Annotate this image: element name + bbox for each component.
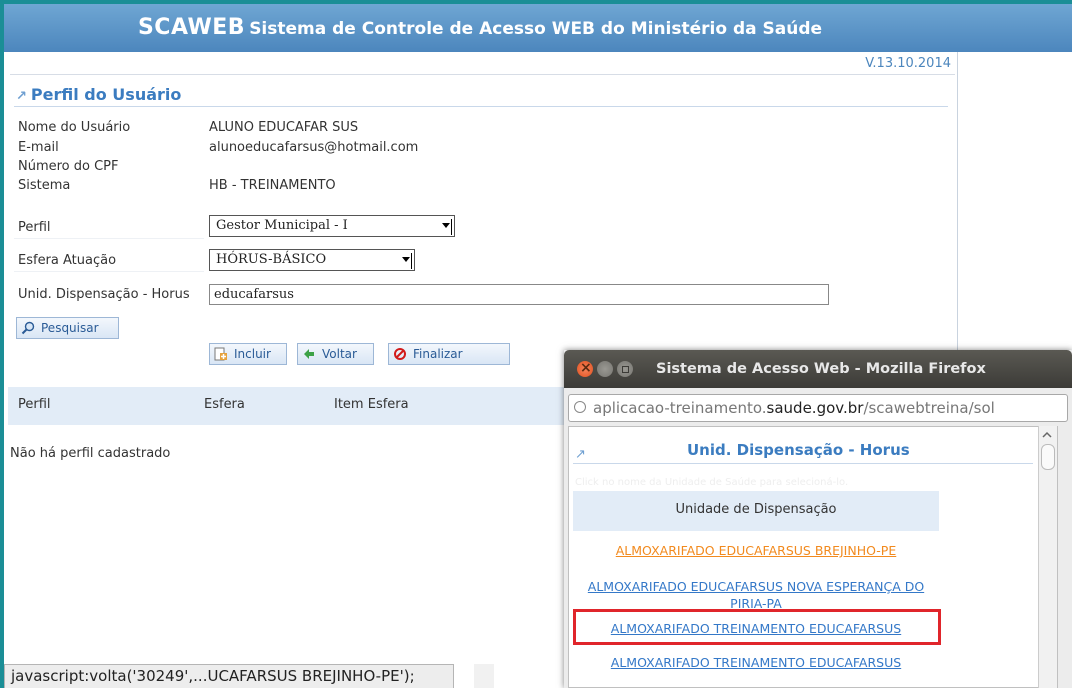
- pesquisar-label: Pesquisar: [41, 321, 99, 335]
- back-arrow-icon: [304, 349, 314, 359]
- perfil-label: Perfil: [18, 220, 51, 235]
- esfera-select[interactable]: HÓRUS-BÁSICO: [209, 249, 415, 271]
- unit-link[interactable]: ALMOXARIFADO EDUCAFARSUS BREJINHO-PE: [573, 543, 939, 558]
- finalizar-button[interactable]: Finalizar: [388, 343, 510, 365]
- highlight-box: [573, 609, 941, 645]
- column-header: Esfera: [204, 397, 245, 412]
- unit-link[interactable]: ALMOXARIFADO TREINAMENTO EDUCAFARSUS: [573, 655, 939, 670]
- firefox-popup-window: Sistema de Acesso Web - Mozilla Firefox …: [564, 349, 1072, 688]
- popup-titlebar[interactable]: Sistema de Acesso Web - Mozilla Firefox: [564, 349, 1072, 388]
- incluir-label: Incluir: [234, 347, 271, 361]
- divider: [14, 271, 204, 272]
- system-value: HB - TREINAMENTO: [209, 178, 336, 193]
- cpf-label: Número do CPF: [18, 159, 119, 174]
- url-path: /scawebtreina/sol: [863, 399, 995, 417]
- scroll-thumb[interactable]: [1041, 444, 1055, 470]
- url-prefix: aplicacao-treinamento.: [593, 399, 767, 417]
- popup-section-title: Unid. Dispensação - Horus: [687, 441, 910, 459]
- popup-scrollbar[interactable]: [1038, 426, 1057, 688]
- section-title: ↗ Perfil do Usuário: [16, 85, 181, 104]
- minimize-icon[interactable]: [597, 361, 613, 377]
- url-bar[interactable]: aplicacao-treinamento.saude.gov.br/scawe…: [568, 394, 1068, 422]
- unid-input[interactable]: educafarsus: [209, 284, 829, 305]
- arrow-icon: ↗: [16, 89, 27, 104]
- column-header: Item Esfera: [334, 397, 409, 412]
- user-name-value: ALUNO EDUCAFAR SUS: [209, 120, 359, 135]
- esfera-select-value: HÓRUS-BÁSICO: [216, 252, 327, 267]
- popup-content: ↗ Unid. Dispensação - Horus Click no nom…: [568, 426, 1058, 688]
- incluir-button[interactable]: Incluir: [209, 343, 287, 365]
- section-title-text: Perfil do Usuário: [30, 85, 182, 104]
- maximize-icon[interactable]: [617, 361, 633, 377]
- email-label: E-mail: [18, 140, 59, 155]
- unid-label: Unid. Dispensação - Horus: [18, 287, 190, 302]
- status-bar: javascript:volta('30249',...UCAFARSUS BR…: [4, 664, 454, 688]
- arrow-icon: ↗: [575, 447, 586, 462]
- url-domain: saude.gov.br: [766, 399, 864, 417]
- divider: [14, 238, 204, 239]
- globe-icon: [574, 401, 586, 413]
- scroll-up-icon[interactable]: [1042, 430, 1052, 440]
- app-brand: SCAWEB: [137, 15, 246, 40]
- version-label: V.13.10.2014: [865, 56, 951, 71]
- chevron-down-icon: [441, 219, 452, 235]
- divider: [14, 106, 948, 107]
- unit-column-header: Unidade de Dispensação: [573, 491, 939, 531]
- search-icon: [21, 321, 35, 335]
- perfil-select-value: Gestor Municipal - I: [216, 218, 348, 233]
- voltar-label: Voltar: [322, 347, 357, 361]
- system-label: Sistema: [18, 178, 71, 193]
- close-icon[interactable]: [577, 349, 593, 387]
- scroll-down-area[interactable]: [474, 664, 494, 688]
- divider: [573, 463, 1033, 464]
- email-value: alunoeducafarsus@hotmail.com: [209, 140, 419, 155]
- stop-icon: [394, 348, 406, 360]
- voltar-button[interactable]: Voltar: [297, 343, 374, 365]
- empty-message: Não há perfil cadastrado: [10, 446, 171, 461]
- pesquisar-button[interactable]: Pesquisar: [16, 317, 119, 339]
- column-header: Perfil: [18, 397, 51, 412]
- esfera-label: Esfera Atuação: [18, 253, 117, 268]
- unit-link[interactable]: ALMOXARIFADO EDUCAFARSUS NOVA ESPERANÇA …: [573, 578, 939, 612]
- chevron-down-icon: [401, 253, 412, 269]
- app-subtitle: Sistema de Controle de Acesso WEB do Min…: [249, 19, 823, 39]
- user-name-label: Nome do Usuário: [18, 120, 131, 135]
- hint-text: Click no nome da Unidade de Saúde para s…: [575, 477, 849, 488]
- finalizar-label: Finalizar: [413, 347, 463, 361]
- add-document-icon: [214, 347, 227, 361]
- popup-window-title: Sistema de Acesso Web - Mozilla Firefox: [656, 361, 986, 377]
- app-header: SCAWEB Sistema de Controle de Acesso WEB…: [4, 4, 1072, 52]
- perfil-select[interactable]: Gestor Municipal - I: [209, 215, 455, 237]
- divider: [10, 74, 955, 75]
